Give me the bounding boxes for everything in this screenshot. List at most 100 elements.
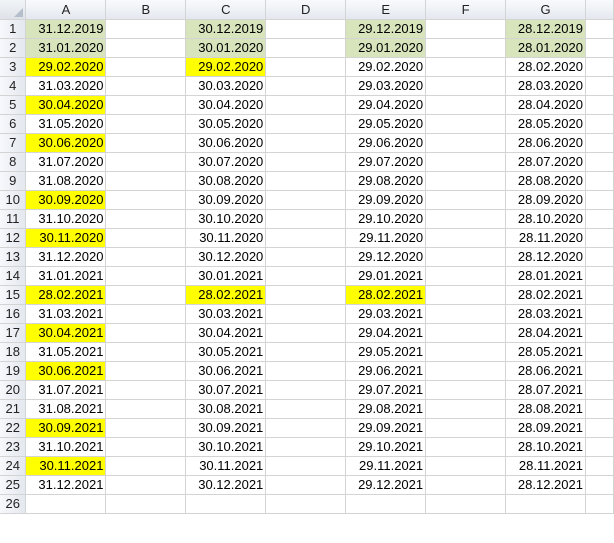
cell-f26[interactable] [425, 494, 507, 514]
cell-d16[interactable] [265, 304, 347, 324]
cell-e8[interactable]: 29.07.2020 [345, 152, 427, 172]
cell-c3[interactable]: 29.02.2020 [185, 57, 267, 77]
row-header[interactable]: 12 [0, 228, 27, 248]
cell-e13[interactable]: 29.12.2020 [345, 247, 427, 267]
row-header[interactable]: 23 [0, 437, 27, 457]
cell-d25[interactable] [265, 475, 347, 495]
cell-b6[interactable] [105, 114, 187, 134]
cell-d20[interactable] [265, 380, 347, 400]
cell-c4[interactable]: 30.03.2020 [185, 76, 267, 96]
cell-partial[interactable] [585, 38, 614, 58]
cell-d6[interactable] [265, 114, 347, 134]
cell-b5[interactable] [105, 95, 187, 115]
cell-f19[interactable] [425, 361, 507, 381]
cell-d10[interactable] [265, 190, 347, 210]
column-header[interactable]: G [505, 0, 586, 20]
cell-c26[interactable] [185, 494, 267, 514]
cell-g6[interactable]: 28.05.2020 [505, 114, 586, 134]
cell-c2[interactable]: 30.01.2020 [185, 38, 267, 58]
cell-e14[interactable]: 29.01.2021 [345, 266, 427, 286]
cell-d22[interactable] [265, 418, 347, 438]
cell-d23[interactable] [265, 437, 347, 457]
cell-g20[interactable]: 28.07.2021 [505, 380, 586, 400]
cell-f3[interactable] [425, 57, 507, 77]
cell-d19[interactable] [265, 361, 347, 381]
cell-e6[interactable]: 29.05.2020 [345, 114, 427, 134]
cell-b7[interactable] [105, 133, 187, 153]
cell-f22[interactable] [425, 418, 507, 438]
cell-a6[interactable]: 31.05.2020 [25, 114, 107, 134]
cell-b21[interactable] [105, 399, 187, 419]
cell-partial[interactable] [585, 19, 614, 39]
cell-c8[interactable]: 30.07.2020 [185, 152, 267, 172]
cell-f15[interactable] [425, 285, 507, 305]
cell-b9[interactable] [105, 171, 187, 191]
cell-d18[interactable] [265, 342, 347, 362]
cell-d1[interactable] [265, 19, 347, 39]
cell-c18[interactable]: 30.05.2021 [185, 342, 267, 362]
cell-e15[interactable]: 28.02.2021 [345, 285, 427, 305]
column-header[interactable]: A [25, 0, 107, 20]
cell-e10[interactable]: 29.09.2020 [345, 190, 427, 210]
cell-c16[interactable]: 30.03.2021 [185, 304, 267, 324]
cell-a24[interactable]: 30.11.2021 [25, 456, 107, 476]
cell-f14[interactable] [425, 266, 507, 286]
row-header[interactable]: 5 [0, 95, 27, 115]
cell-f17[interactable] [425, 323, 507, 343]
cell-c11[interactable]: 30.10.2020 [185, 209, 267, 229]
row-header[interactable]: 4 [0, 76, 27, 96]
cell-a23[interactable]: 31.10.2021 [25, 437, 107, 457]
cell-e22[interactable]: 29.09.2021 [345, 418, 427, 438]
cell-partial[interactable] [585, 114, 614, 134]
cell-g13[interactable]: 28.12.2020 [505, 247, 586, 267]
cell-c5[interactable]: 30.04.2020 [185, 95, 267, 115]
cell-partial[interactable] [585, 95, 614, 115]
cell-d15[interactable] [265, 285, 347, 305]
cell-b15[interactable] [105, 285, 187, 305]
cell-e16[interactable]: 29.03.2021 [345, 304, 427, 324]
row-header[interactable]: 24 [0, 456, 27, 476]
cell-partial[interactable] [585, 209, 614, 229]
cell-c7[interactable]: 30.06.2020 [185, 133, 267, 153]
cell-partial[interactable] [585, 475, 614, 495]
cell-a15[interactable]: 28.02.2021 [25, 285, 107, 305]
cell-partial[interactable] [585, 418, 614, 438]
cell-e21[interactable]: 29.08.2021 [345, 399, 427, 419]
cell-f4[interactable] [425, 76, 507, 96]
row-header[interactable]: 1 [0, 19, 27, 39]
cell-partial[interactable] [585, 152, 614, 172]
cell-a8[interactable]: 31.07.2020 [25, 152, 107, 172]
cell-d11[interactable] [265, 209, 347, 229]
cell-a16[interactable]: 31.03.2021 [25, 304, 107, 324]
cell-b16[interactable] [105, 304, 187, 324]
cell-g1[interactable]: 28.12.2019 [505, 19, 586, 39]
cell-b18[interactable] [105, 342, 187, 362]
cell-d9[interactable] [265, 171, 347, 191]
cell-g21[interactable]: 28.08.2021 [505, 399, 586, 419]
cell-g7[interactable]: 28.06.2020 [505, 133, 586, 153]
cell-d7[interactable] [265, 133, 347, 153]
cell-g5[interactable]: 28.04.2020 [505, 95, 586, 115]
cell-g2[interactable]: 28.01.2020 [505, 38, 586, 58]
cell-e7[interactable]: 29.06.2020 [345, 133, 427, 153]
cell-partial[interactable] [585, 437, 614, 457]
cell-partial[interactable] [585, 285, 614, 305]
cell-b4[interactable] [105, 76, 187, 96]
cell-d21[interactable] [265, 399, 347, 419]
cell-partial[interactable] [585, 304, 614, 324]
row-header[interactable]: 10 [0, 190, 27, 210]
cell-g26[interactable] [505, 494, 586, 514]
row-header[interactable]: 16 [0, 304, 27, 324]
cell-b26[interactable] [105, 494, 187, 514]
cell-partial[interactable] [585, 171, 614, 191]
cell-e18[interactable]: 29.05.2021 [345, 342, 427, 362]
cell-partial[interactable] [585, 76, 614, 96]
cell-partial[interactable] [585, 399, 614, 419]
cell-partial[interactable] [585, 380, 614, 400]
cell-e19[interactable]: 29.06.2021 [345, 361, 427, 381]
cell-g19[interactable]: 28.06.2021 [505, 361, 586, 381]
cell-g4[interactable]: 28.03.2020 [505, 76, 586, 96]
row-header[interactable]: 8 [0, 152, 27, 172]
cell-partial[interactable] [585, 323, 614, 343]
row-header[interactable]: 14 [0, 266, 27, 286]
